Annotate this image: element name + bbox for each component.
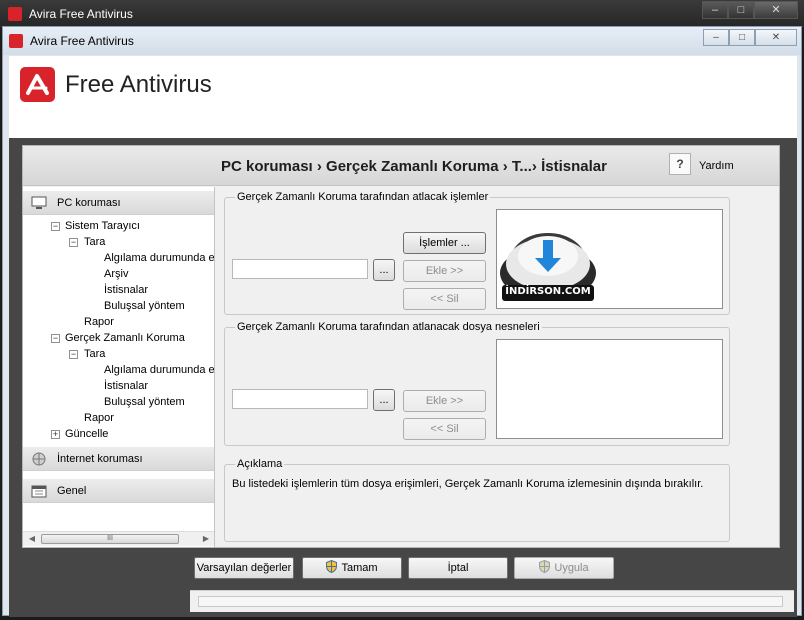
collapse-icon[interactable]: − (69, 350, 78, 359)
tree-item-action-on-detection[interactable]: Algılama durumunda ey (104, 364, 214, 376)
ok-button-label: Tamam (341, 562, 378, 574)
tree-item-scan[interactable]: Tara (84, 348, 105, 360)
nav-section-general[interactable]: Genel (23, 479, 214, 503)
watermark-text: İNDİRSON.COM (505, 286, 591, 297)
outer-window-controls: – □ ✕ (702, 1, 798, 19)
tree-item-report[interactable]: Rapor (84, 316, 114, 328)
tree-item-heuristics[interactable]: Buluşsal yöntem (104, 300, 185, 312)
description-legend: Açıklama (235, 458, 285, 470)
scroll-left-icon[interactable]: ◀ (25, 533, 39, 545)
dialog-title: Avira Free Antivirus (30, 34, 134, 48)
outer-minimize-button[interactable]: – (702, 1, 728, 19)
file-add-button[interactable]: Ekle >> (403, 390, 486, 412)
uac-shield-icon (539, 560, 551, 573)
status-bar (190, 590, 794, 612)
process-remove-button[interactable]: << Sil (403, 288, 486, 310)
file-exceptions-group: Gerçek Zamanlı Koruma tarafından atlanac… (224, 321, 730, 446)
defaults-button[interactable]: Varsayılan değerler (194, 557, 294, 579)
outer-close-button[interactable]: ✕ (754, 1, 798, 19)
process-exceptions-legend: Gerçek Zamanlı Koruma tarafından atlacak… (235, 191, 491, 203)
file-exceptions-list[interactable] (496, 339, 723, 439)
tree-item-action-on-detection[interactable]: Algılama durumunda ey (104, 252, 214, 264)
process-path-input[interactable] (232, 259, 368, 279)
dialog-window-controls: – □ ✕ (703, 29, 797, 46)
nav-section-label: PC koruması (57, 197, 121, 209)
nav-section-label: İnternet koruması (57, 453, 143, 465)
outer-title-bar: Avira Free Antivirus – □ ✕ (0, 0, 804, 28)
nav-horizontal-scrollbar[interactable]: ◀ III ▶ (23, 531, 214, 546)
status-field (198, 596, 783, 607)
process-exceptions-group: Gerçek Zamanlı Koruma tarafından atlacak… (224, 191, 730, 315)
product-name: Free Antivirus (65, 71, 212, 98)
cancel-button[interactable]: İptal (408, 557, 508, 579)
tree-item-system-scanner[interactable]: Sistem Tarayıcı (65, 220, 140, 232)
file-path-input[interactable] (232, 389, 368, 409)
nav-section-label: Genel (57, 485, 87, 497)
collapse-icon[interactable]: − (51, 334, 60, 343)
scroll-right-icon[interactable]: ▶ (199, 533, 213, 545)
file-browse-button[interactable]: ... (373, 389, 395, 411)
outer-maximize-button[interactable]: □ (728, 1, 754, 19)
uac-shield-icon (326, 560, 338, 573)
tree-item-realtime-protection[interactable]: Gerçek Zamanlı Koruma (65, 332, 185, 344)
watermark-logo: İNDİRSON.COM (498, 231, 599, 306)
collapse-icon[interactable]: − (69, 238, 78, 247)
apply-button-label: Uygula (554, 562, 589, 574)
avira-logo-icon (8, 7, 22, 21)
expand-icon[interactable]: + (51, 430, 60, 439)
breadcrumb: PC koruması › Gerçek Zamanlı Koruma › T.… (221, 158, 607, 175)
tree-item-scan[interactable]: Tara (84, 236, 105, 248)
nav-section-pc-protection[interactable]: PC koruması (23, 191, 214, 215)
tree-item-report[interactable]: Rapor (84, 412, 114, 424)
nav-section-internet-protection[interactable]: İnternet koruması (23, 447, 214, 471)
monitor-icon (31, 196, 47, 209)
file-exceptions-legend: Gerçek Zamanlı Koruma tarafından atlanac… (235, 321, 542, 333)
process-exceptions-list[interactable]: İNDİRSON.COM (496, 209, 723, 309)
settings-navigation: PC koruması − Sistem Tarayıcı − Tara Alg… (23, 187, 215, 547)
apply-button[interactable]: Uygula (514, 557, 614, 579)
help-icon[interactable]: ? (669, 153, 691, 175)
dialog-maximize-button[interactable]: □ (729, 29, 755, 46)
file-remove-button[interactable]: << Sil (403, 418, 486, 440)
avira-umbrella-icon (20, 67, 55, 102)
help-link[interactable]: Yardım (699, 160, 734, 172)
panel-header: PC koruması › Gerçek Zamanlı Koruma › T.… (23, 146, 779, 186)
tree-item-exceptions[interactable]: İstisnalar (104, 284, 148, 296)
description-text: Bu listedeki işlemlerin tüm dosya erişim… (232, 478, 704, 490)
brand-header: Free Antivirus (9, 56, 797, 138)
ok-button[interactable]: Tamam (302, 557, 402, 579)
globe-icon (32, 452, 46, 466)
collapse-icon[interactable]: − (51, 222, 60, 231)
tree-item-archive[interactable]: Arşiv (104, 268, 128, 280)
process-browse-button[interactable]: ... (373, 259, 395, 281)
tree-item-heuristics[interactable]: Buluşsal yöntem (104, 396, 185, 408)
processes-button[interactable]: İşlemler ... (403, 232, 486, 254)
tree-item-exceptions[interactable]: İstisnalar (104, 380, 148, 392)
dialog-close-button[interactable]: ✕ (755, 29, 797, 46)
calendar-icon (31, 485, 47, 498)
scroll-thumb[interactable]: III (41, 534, 179, 544)
process-add-button[interactable]: Ekle >> (403, 260, 486, 282)
dialog-title-bar: Avira Free Antivirus – □ ✕ (3, 27, 801, 55)
settings-panel: PC koruması › Gerçek Zamanlı Koruma › T.… (22, 145, 780, 548)
tree-item-update[interactable]: Güncelle (65, 428, 108, 440)
description-group: Açıklama Bu listedeki işlemlerin tüm dos… (224, 458, 730, 542)
dialog-minimize-button[interactable]: – (703, 29, 729, 46)
outer-window-title: Avira Free Antivirus (29, 7, 133, 21)
avira-logo-icon (9, 34, 23, 48)
